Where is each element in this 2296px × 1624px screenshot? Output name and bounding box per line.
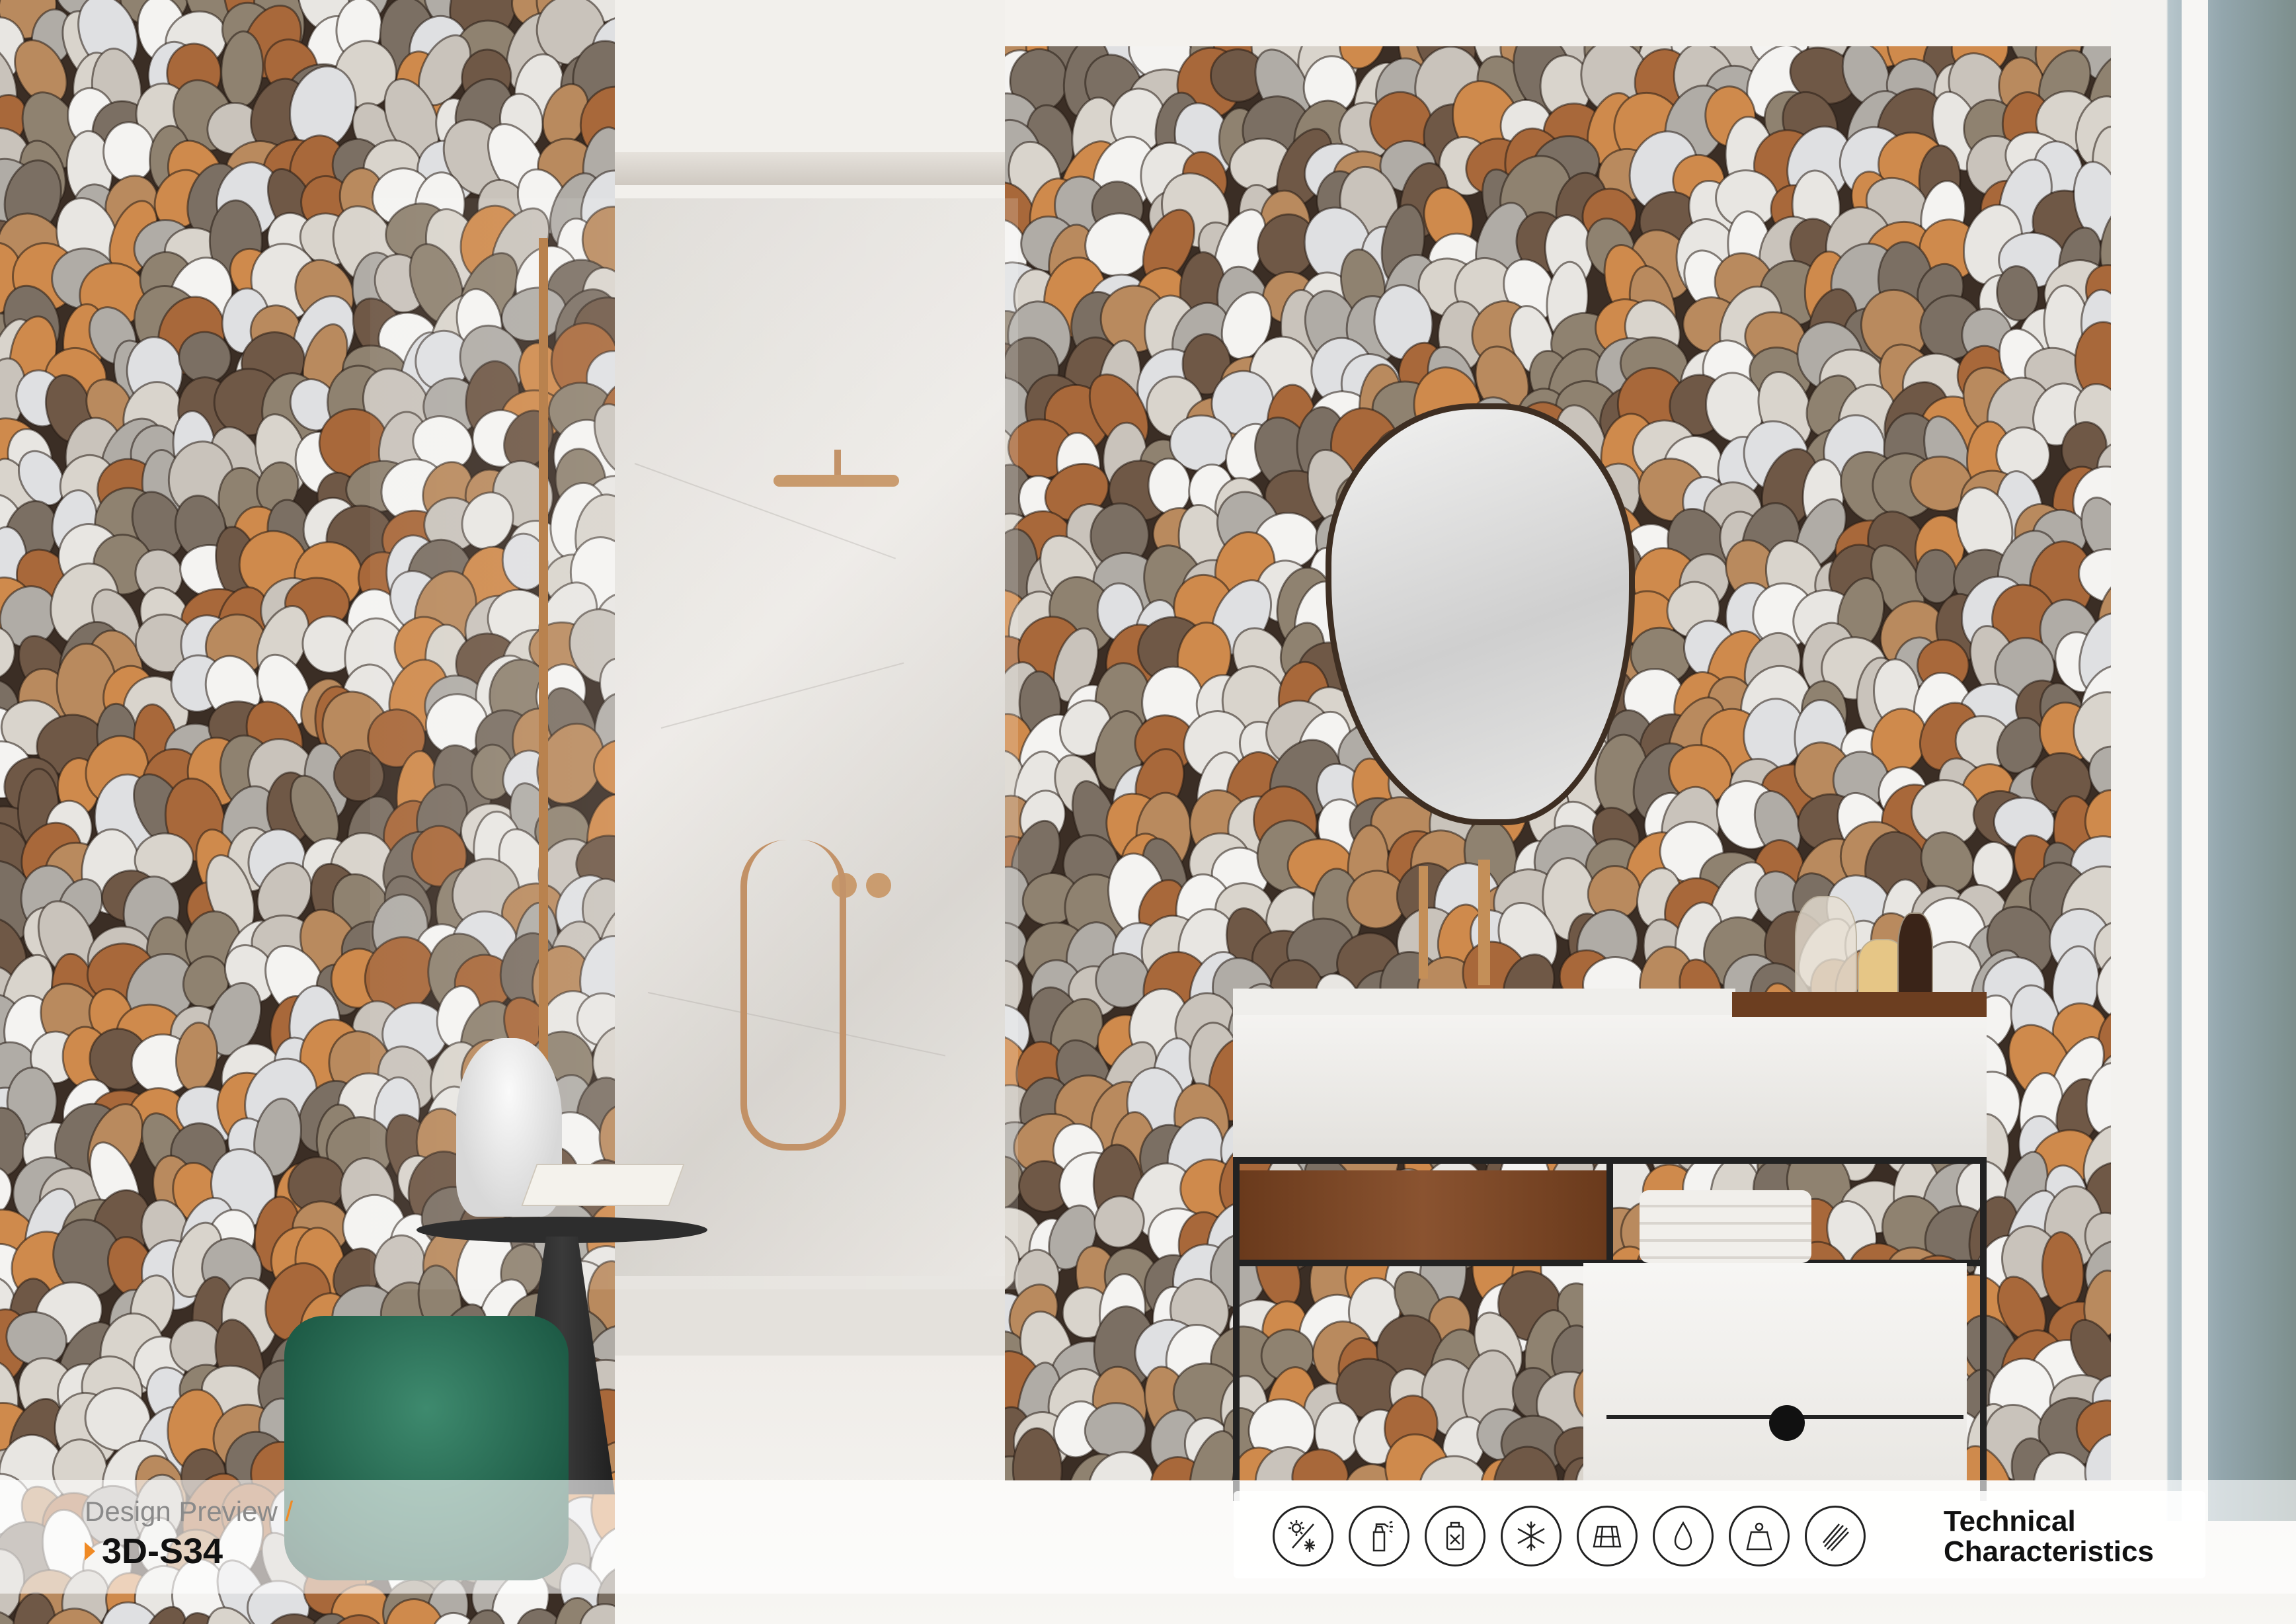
design-code: 3D-S34: [102, 1531, 223, 1571]
faucet-handle: [1419, 866, 1428, 979]
perfume-bottle: [1897, 913, 1933, 998]
chemical-resistance-icon[interactable]: [1425, 1506, 1485, 1566]
scratch-resistance-icon[interactable]: [1805, 1506, 1866, 1566]
technical-title-line2: Characteristics: [1944, 1535, 2154, 1568]
wood-shelf: [1732, 992, 1987, 1017]
vanity-leg: [1233, 1157, 1240, 1501]
open-book: [521, 1164, 685, 1206]
bathroom-scene: [0, 0, 2296, 1624]
marble-cabinet: [1583, 1263, 1967, 1481]
design-code-row: 3D-S34: [85, 1531, 223, 1572]
faucet: [1478, 860, 1490, 985]
technical-title-line1: Technical: [1944, 1505, 2076, 1537]
sun-snow-icon[interactable]: [1273, 1506, 1333, 1566]
play-arrow-icon: [85, 1542, 95, 1561]
separator: /: [285, 1496, 294, 1527]
vanity-divider: [1606, 1157, 1613, 1263]
ceiling-right: [1005, 0, 2129, 46]
vanity-leg: [1980, 1157, 1987, 1501]
shower-rail: [539, 238, 548, 1137]
tile-layout-icon[interactable]: [1577, 1506, 1638, 1566]
design-preview-text: Design Preview: [85, 1496, 278, 1527]
cornice: [595, 152, 1018, 185]
water-drop-icon[interactable]: [1653, 1506, 1714, 1566]
cabinet-knob: [1769, 1405, 1805, 1441]
wood-drawer: [1240, 1170, 1606, 1263]
weight-icon[interactable]: [1729, 1506, 1790, 1566]
technical-characteristics-title: Technical Characteristics: [1944, 1506, 2154, 1567]
glass-jar: [1795, 896, 1857, 998]
spray-bottle-icon[interactable]: [1349, 1506, 1409, 1566]
folded-towels: [1640, 1190, 1811, 1263]
window-frame: [2182, 0, 2208, 1521]
sink-top: [1233, 989, 1735, 1015]
design-preview-label: Design Preview /: [85, 1496, 293, 1527]
frost-resistance-icon[interactable]: [1501, 1506, 1562, 1566]
